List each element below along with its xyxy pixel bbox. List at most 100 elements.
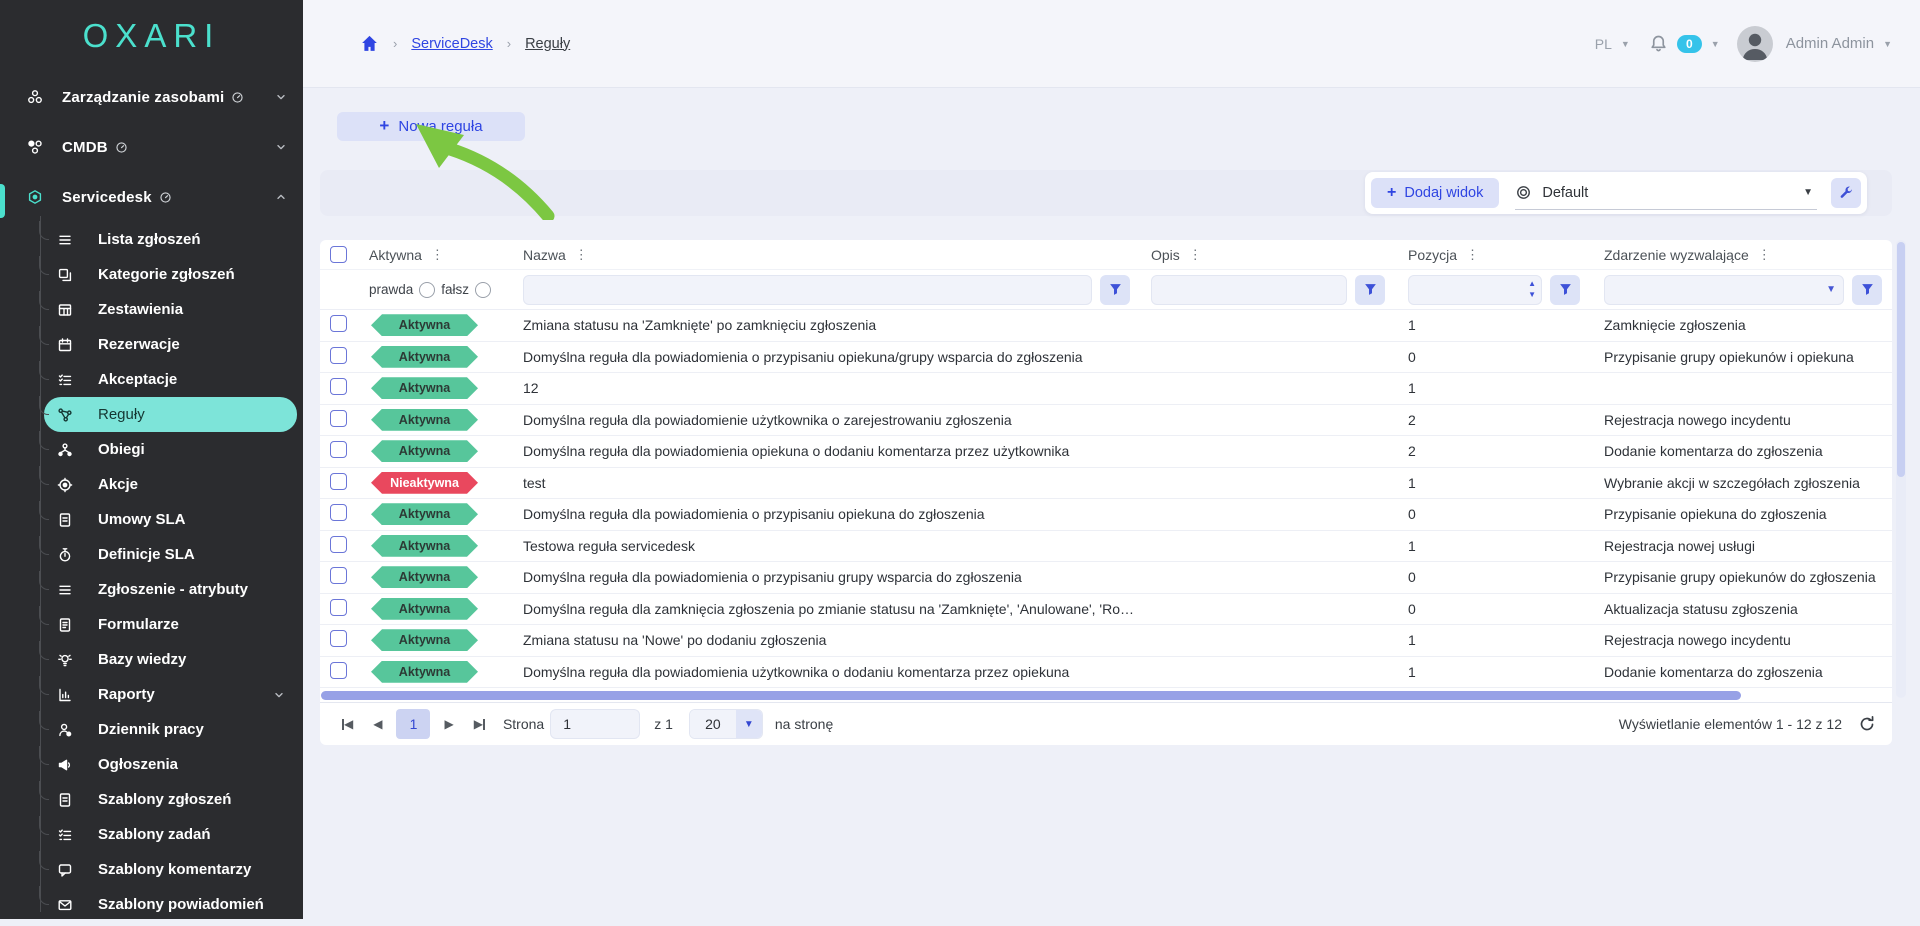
sidebar-item-kategorie-zgłoszeń[interactable]: Kategorie zgłoszeń bbox=[44, 257, 297, 292]
filter-input-nazwa[interactable] bbox=[523, 275, 1092, 305]
filter-input-pozycja[interactable] bbox=[1408, 275, 1542, 305]
settings-wrench-button[interactable] bbox=[1831, 178, 1861, 208]
chevron-down-icon[interactable]: ▼ bbox=[1711, 39, 1720, 49]
sidebar-item-zestawienia[interactable]: Zestawienia bbox=[44, 292, 297, 327]
breadcrumb-link-servicedesk[interactable]: ServiceDesk bbox=[411, 36, 492, 52]
row-checkbox[interactable] bbox=[330, 567, 347, 584]
column-menu-icon[interactable]: ⋮ bbox=[1466, 250, 1479, 260]
filter-funnel-button[interactable] bbox=[1550, 275, 1580, 305]
notification-badge[interactable]: 0 bbox=[1677, 35, 1702, 53]
refresh-icon[interactable] bbox=[1858, 715, 1876, 733]
row-checkbox[interactable] bbox=[330, 473, 347, 490]
sidebar-item-raporty[interactable]: Raporty bbox=[44, 677, 297, 712]
sidebar-item-szablony-zgłoszeń[interactable]: Szablony zgłoszeń bbox=[44, 782, 297, 817]
number-stepper[interactable]: ▲▼ bbox=[1528, 278, 1536, 300]
table-row[interactable]: AktywnaDomyślna reguła dla powiadomienia… bbox=[320, 342, 1892, 374]
table-row[interactable]: Nieaktywnatest1Wybranie akcji w szczegół… bbox=[320, 468, 1892, 500]
column-menu-icon[interactable]: ⋮ bbox=[431, 250, 444, 260]
column-menu-icon[interactable]: ⋮ bbox=[575, 250, 588, 260]
chevron-down-icon[interactable] bbox=[273, 689, 285, 701]
step-up-icon[interactable]: ▲ bbox=[1528, 278, 1536, 289]
vertical-scrollbar[interactable] bbox=[1896, 240, 1906, 698]
new-rule-button[interactable]: + Nowa reguła bbox=[337, 112, 525, 141]
table-row[interactable]: AktywnaDomyślna reguła dla powiadomienia… bbox=[320, 436, 1892, 468]
table-row[interactable]: Aktywna121 bbox=[320, 373, 1892, 405]
column-header-aktywna[interactable]: Aktywna bbox=[369, 247, 422, 263]
sidebar-item-szablony-zadań[interactable]: Szablony zadań bbox=[44, 817, 297, 852]
view-select[interactable]: Default ▼ bbox=[1515, 176, 1817, 210]
table-row[interactable]: AktywnaZmiana statusu na 'Zamknięte' po … bbox=[320, 310, 1892, 342]
filter-false-radio[interactable] bbox=[475, 282, 491, 298]
sidebar-section-cmdb[interactable]: CMDB bbox=[0, 122, 303, 172]
select-all-checkbox[interactable] bbox=[330, 246, 347, 263]
table-row[interactable]: AktywnaDomyślna reguła dla powiadomienia… bbox=[320, 657, 1892, 689]
table-row[interactable]: AktywnaZmiana statusu na 'Nowe' po dodan… bbox=[320, 625, 1892, 657]
scrollbar-thumb[interactable] bbox=[321, 691, 1741, 700]
sidebar-item-zgłoszenie-atrybuty[interactable]: Zgłoszenie - atrybuty bbox=[44, 572, 297, 607]
column-header-zdarzenie[interactable]: Zdarzenie wyzwalające bbox=[1604, 247, 1749, 263]
sidebar-item-umowy-sla[interactable]: Umowy SLA bbox=[44, 502, 297, 537]
sidebar-item-szablony-powiadomień[interactable]: Szablony powiadomień bbox=[44, 887, 297, 922]
sidebar-section-zasoby[interactable]: Zarządzanie zasobami bbox=[0, 72, 303, 122]
current-page-button[interactable]: 1 bbox=[396, 709, 430, 739]
row-checkbox[interactable] bbox=[330, 536, 347, 553]
filter-true-radio[interactable] bbox=[419, 282, 435, 298]
row-checkbox[interactable] bbox=[330, 504, 347, 521]
sidebar-item-ogłoszenia[interactable]: Ogłoszenia bbox=[44, 747, 297, 782]
column-header-pozycja[interactable]: Pozycja bbox=[1408, 247, 1457, 263]
home-icon[interactable] bbox=[360, 34, 379, 53]
first-page-button[interactable]: ◀ bbox=[336, 713, 359, 735]
table-row[interactable]: AktywnaDomyślna reguła dla powiadomienie… bbox=[320, 405, 1892, 437]
scrollbar-thumb[interactable] bbox=[1897, 242, 1905, 477]
filter-funnel-button[interactable] bbox=[1355, 275, 1385, 305]
chevron-down-icon[interactable]: ▼ bbox=[1826, 284, 1836, 295]
sidebar-item-reguły[interactable]: Reguły bbox=[44, 397, 297, 432]
sidebar-item-obiegi[interactable]: Obiegi bbox=[44, 432, 297, 467]
row-checkbox[interactable] bbox=[330, 441, 347, 458]
column-menu-icon[interactable]: ⋮ bbox=[1189, 250, 1202, 260]
row-checkbox[interactable] bbox=[330, 410, 347, 427]
row-checkbox[interactable] bbox=[330, 662, 347, 679]
chevron-down-icon[interactable]: ▼ bbox=[1621, 39, 1630, 49]
sidebar-section-servicedesk[interactable]: Servicedesk bbox=[0, 172, 303, 222]
add-view-button[interactable]: + Dodaj widok bbox=[1371, 178, 1499, 208]
row-checkbox[interactable] bbox=[330, 347, 347, 364]
sidebar-item-akcje[interactable]: Akcje bbox=[44, 467, 297, 502]
column-header-opis[interactable]: Opis bbox=[1151, 247, 1180, 263]
row-checkbox[interactable] bbox=[330, 315, 347, 332]
row-checkbox[interactable] bbox=[330, 378, 347, 395]
sidebar-item-dziennik-pracy[interactable]: Dziennik pracy bbox=[44, 712, 297, 747]
table-row[interactable]: AktywnaDomyślna reguła dla powiadomienia… bbox=[320, 562, 1892, 594]
breadcrumb-current[interactable]: Reguły bbox=[525, 36, 570, 52]
filter-input-opis[interactable] bbox=[1151, 275, 1347, 305]
avatar[interactable] bbox=[1737, 26, 1773, 62]
row-checkbox[interactable] bbox=[330, 630, 347, 647]
sidebar-item-definicje-sla[interactable]: Definicje SLA bbox=[44, 537, 297, 572]
prev-page-button[interactable]: ◀ bbox=[367, 713, 388, 735]
horizontal-scrollbar[interactable] bbox=[320, 688, 1892, 702]
filter-select-zdarzenie[interactable] bbox=[1604, 275, 1844, 305]
chevron-down-icon[interactable]: ▼ bbox=[1883, 39, 1892, 49]
filter-funnel-button[interactable] bbox=[1100, 275, 1130, 305]
step-down-icon[interactable]: ▼ bbox=[1528, 289, 1536, 300]
sidebar-item-akceptacje[interactable]: Akceptacje bbox=[44, 362, 297, 397]
table-row[interactable]: AktywnaDomyślna reguła dla zamknięcia zg… bbox=[320, 594, 1892, 626]
sidebar-item-lista-zgłoszeń[interactable]: Lista zgłoszeń bbox=[44, 222, 297, 257]
table-row[interactable]: AktywnaDomyślna reguła dla powiadomienia… bbox=[320, 499, 1892, 531]
sidebar-item-formularze[interactable]: Formularze bbox=[44, 607, 297, 642]
bell-icon[interactable] bbox=[1649, 34, 1668, 53]
row-checkbox[interactable] bbox=[330, 599, 347, 616]
page-size-select[interactable]: 20 ▼ bbox=[689, 709, 763, 739]
next-page-button[interactable]: ▶ bbox=[438, 713, 459, 735]
chevron-up-icon[interactable] bbox=[275, 191, 287, 203]
page-number-input[interactable] bbox=[550, 709, 640, 739]
sidebar-item-rezerwacje[interactable]: Rezerwacje bbox=[44, 327, 297, 362]
language-selector[interactable]: PL bbox=[1595, 36, 1612, 52]
table-row[interactable]: AktywnaTestowa reguła servicedesk1Rejest… bbox=[320, 531, 1892, 563]
column-header-nazwa[interactable]: Nazwa bbox=[523, 247, 566, 263]
column-menu-icon[interactable]: ⋮ bbox=[1758, 250, 1771, 260]
sidebar-item-szablony-komentarzy[interactable]: Szablony komentarzy bbox=[44, 852, 297, 887]
sidebar-item-bazy-wiedzy[interactable]: Bazy wiedzy bbox=[44, 642, 297, 677]
filter-funnel-button[interactable] bbox=[1852, 275, 1882, 305]
chevron-down-icon[interactable] bbox=[275, 141, 287, 153]
